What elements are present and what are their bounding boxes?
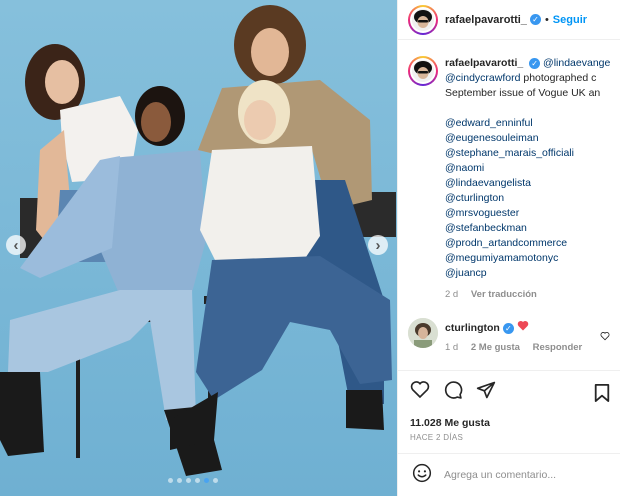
reply-button[interactable]: Responder <box>533 342 583 353</box>
translate-link[interactable]: Ver traducción <box>471 289 537 300</box>
commenter-avatar-image <box>408 318 438 348</box>
carousel-dot[interactable] <box>213 478 218 483</box>
caption-mention[interactable]: @megumiyamamotonyc <box>445 251 615 266</box>
caption-mention[interactable]: @prodn_artandcommerce <box>445 236 615 251</box>
author-username[interactable]: rafaelpavarotti_ <box>445 14 527 26</box>
follow-button[interactable]: Seguir <box>553 14 587 26</box>
comment-composer <box>398 453 620 496</box>
caption-meta: 2 d Ver traducción <box>445 287 615 302</box>
commenter-username[interactable]: cturlington <box>445 318 500 338</box>
caption-mention[interactable]: @naomi <box>445 161 615 176</box>
caption-mention[interactable]: @stefanbeckman <box>445 221 615 236</box>
carousel-dot[interactable] <box>177 478 182 483</box>
caption-verified-badge-icon: ✓ <box>529 57 541 69</box>
caption-mention[interactable]: @juancp <box>445 266 615 281</box>
share-paper-plane-icon[interactable] <box>476 380 496 405</box>
carousel-dot[interactable] <box>168 478 173 483</box>
post-header: rafaelpavarotti_ ✓ • Seguir <box>398 0 620 40</box>
caption-age[interactable]: 2 d <box>445 289 458 300</box>
carousel-dots <box>168 478 218 483</box>
caption-mention[interactable]: @mrsvoguester <box>445 206 615 221</box>
mention-list: @edward_enninful @eugenesouleiman @stephan… <box>445 116 615 281</box>
carousel-prev-button[interactable]: ‹ <box>6 235 26 255</box>
commenter-verified-badge-icon: ✓ <box>502 322 514 334</box>
header-separator: • <box>544 13 549 26</box>
caption-username[interactable]: rafaelpavarotti_ <box>445 57 523 69</box>
caption-mention[interactable]: @cturlington <box>445 191 615 206</box>
caption-mention[interactable]: @cindycrawford <box>445 72 520 84</box>
caption-avatar-image <box>412 60 434 82</box>
caption-text: rafaelpavarotti_ ✓ @lindaevange @cindycr… <box>445 56 615 302</box>
author-avatar-image <box>412 8 434 31</box>
red-heart-emoji-icon <box>517 318 529 338</box>
caption: rafaelpavarotti_ ✓ @lindaevange @cindycr… <box>408 56 620 302</box>
posted-ago[interactable]: HACE 2 DÍAS <box>410 433 620 442</box>
comment-item: cturlington ✓ 1 d 2 Me gusta Responder <box>408 318 618 353</box>
caption-mention[interactable]: @edward_enninful <box>445 116 615 131</box>
post-actions: 11.028 Me gusta HACE 2 DÍAS <box>398 370 620 442</box>
author-avatar[interactable] <box>408 4 438 35</box>
verified-badge-icon: ✓ <box>529 14 541 25</box>
carousel-dot[interactable] <box>204 478 209 483</box>
likes-count[interactable]: 11.028 Me gusta <box>410 417 620 429</box>
post-side-panel: rafaelpavarotti_ ✓ • Seguir rafaelpavaro… <box>397 0 620 496</box>
comment-likes[interactable]: 2 Me gusta <box>471 342 520 353</box>
post-photo[interactable]: ‹ › <box>0 0 397 496</box>
photo-illustration <box>0 0 397 496</box>
carousel-dot[interactable] <box>195 478 200 483</box>
emoji-smiley-icon[interactable] <box>412 463 432 488</box>
comment-age[interactable]: 1 d <box>445 342 458 353</box>
save-bookmark-icon[interactable] <box>593 383 611 408</box>
caption-avatar[interactable] <box>408 56 438 86</box>
caption-mention[interactable]: @stephane_marais_officiali <box>445 146 615 161</box>
comment-bubble-icon[interactable] <box>443 380 463 405</box>
carousel-next-button[interactable]: › <box>368 235 388 255</box>
caption-mention[interactable]: @lindaevangelista <box>445 176 615 191</box>
caption-line-text: photographed c <box>520 72 597 84</box>
caption-line-text: September issue of Vogue UK an <box>445 87 601 99</box>
like-heart-icon[interactable] <box>410 380 430 404</box>
comment-input[interactable] <box>444 469 594 481</box>
caption-mention[interactable]: @lindaevange <box>543 57 610 69</box>
comment-like-heart-icon[interactable] <box>600 328 610 346</box>
caption-mention[interactable]: @eugenesouleiman <box>445 131 615 146</box>
carousel-dot[interactable] <box>186 478 191 483</box>
commenter-avatar[interactable] <box>408 318 438 348</box>
